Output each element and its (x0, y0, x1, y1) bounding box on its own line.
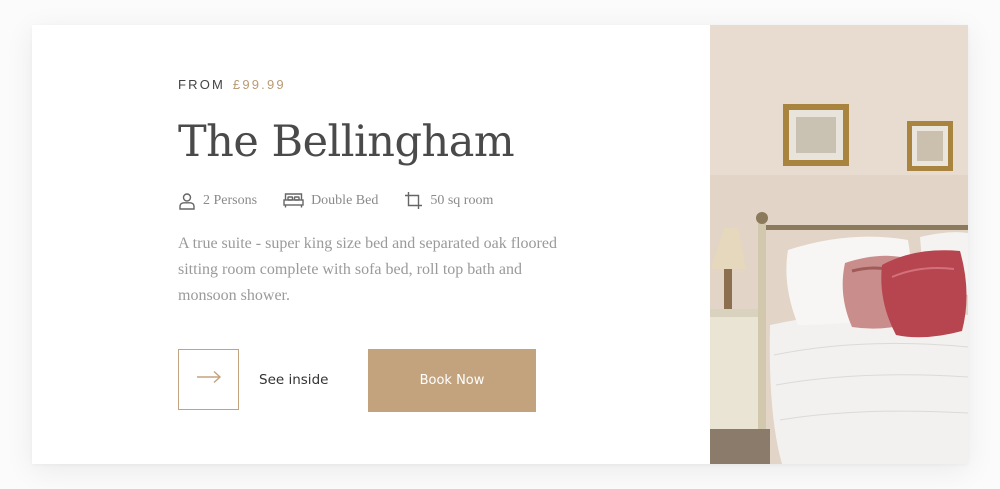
room-description: A true suite - super king size bed and s… (178, 235, 557, 304)
price-amount: £99.99 (232, 77, 286, 92)
crop-icon (404, 191, 423, 210)
feature-bed: Double Bed (283, 192, 378, 209)
price-line: FROM £99.99 (178, 77, 286, 92)
room-info: FROM £99.99 The Bellingham 2 Persons Dou… (178, 25, 698, 464)
book-now-button[interactable]: Book Now (368, 349, 536, 412)
price-prefix: FROM (178, 77, 226, 92)
feature-label: 2 Persons (203, 192, 258, 208)
room-photo (710, 25, 968, 464)
feature-label: 50 sq room (430, 192, 494, 208)
room-card: FROM £99.99 The Bellingham 2 Persons Dou… (32, 25, 968, 464)
room-title: The Bellingham (178, 117, 515, 167)
see-inside-link[interactable]: See inside (259, 372, 328, 388)
feature-label: Double Bed (311, 192, 379, 208)
person-icon (178, 192, 196, 210)
see-inside-arrow-button[interactable] (178, 349, 239, 410)
arrow-right-icon (196, 370, 222, 389)
feature-size: 50 sq room (404, 191, 493, 210)
room-features: 2 Persons Double Bed 50 sq room (178, 191, 519, 210)
feature-persons: 2 Persons (178, 192, 257, 210)
bed-icon (283, 192, 304, 209)
